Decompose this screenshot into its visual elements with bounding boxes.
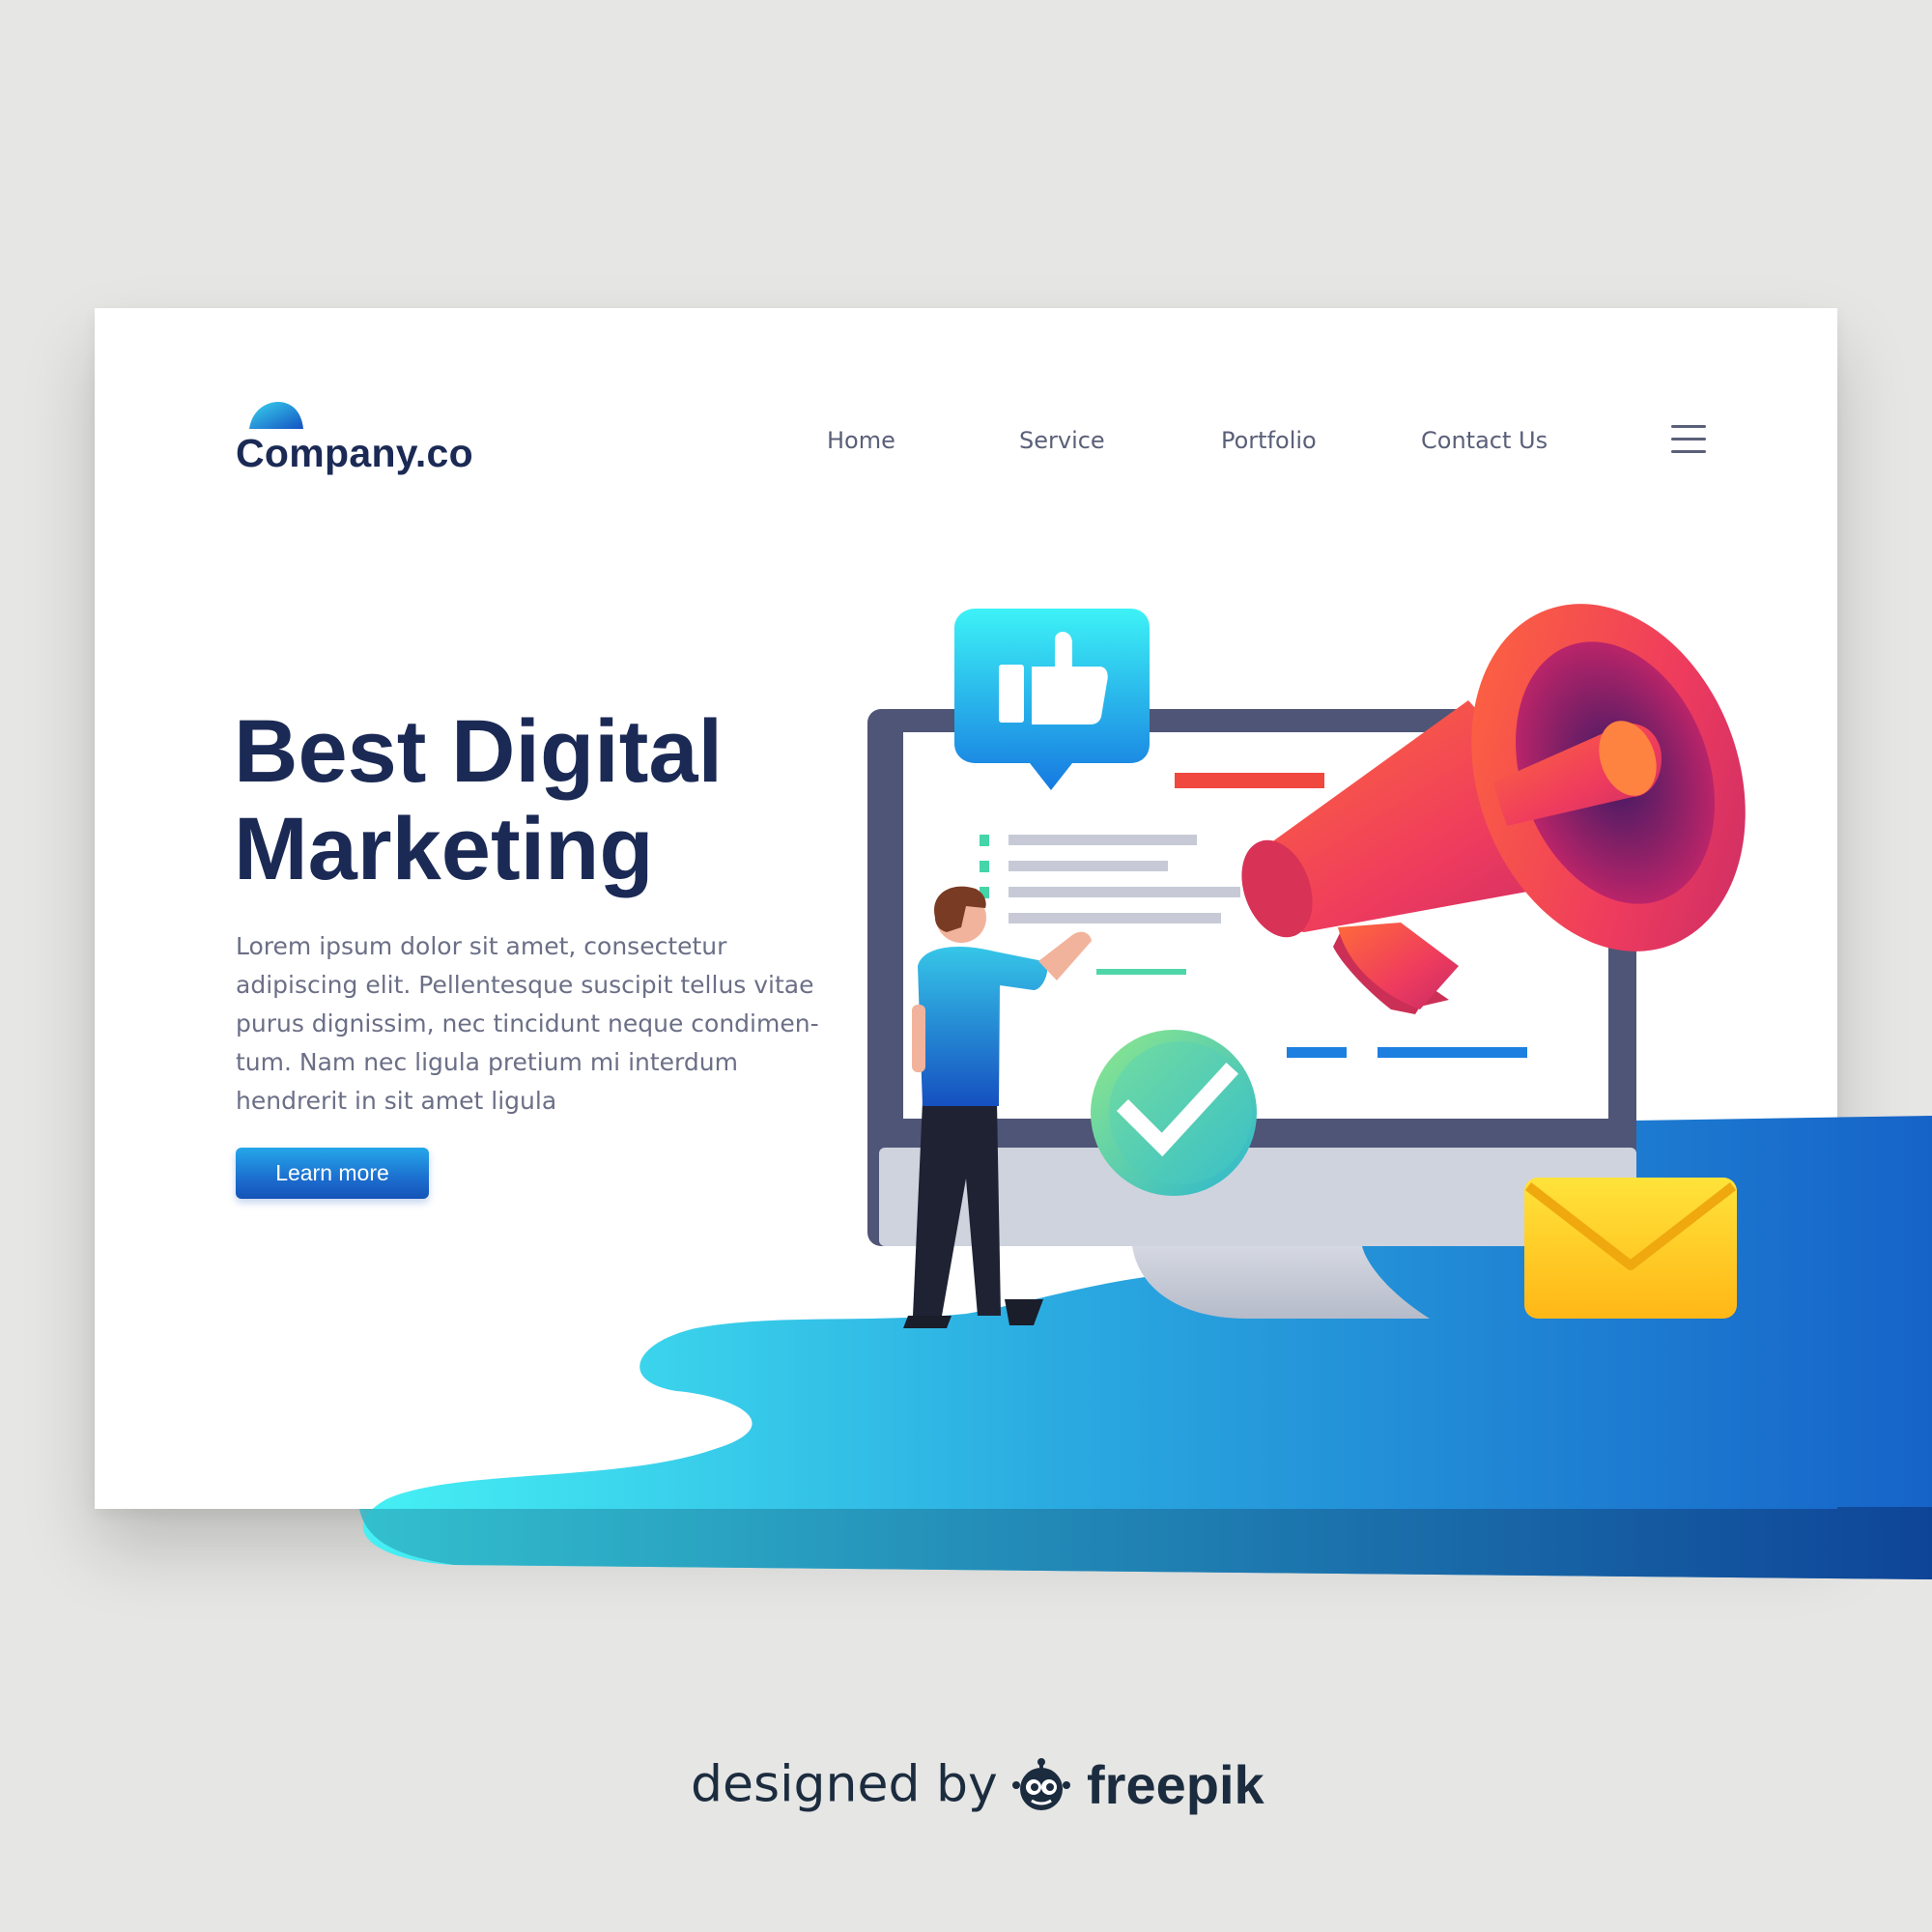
thumbs-up-icon: [954, 609, 1150, 790]
nav-service[interactable]: Service: [1019, 427, 1105, 454]
hero-description-line: hendrerit in sit amet ligula: [236, 1087, 557, 1115]
nav-home[interactable]: Home: [827, 427, 895, 454]
hamburger-menu-icon[interactable]: [1671, 425, 1710, 456]
freepik-logo-icon: [1011, 1757, 1070, 1810]
hero-title-line2: Marketing: [234, 800, 654, 898]
designer-credit[interactable]: designed by freepik: [691, 1753, 1264, 1821]
hero-title: Best Digital Marketing: [234, 703, 813, 898]
learn-more-button[interactable]: Learn more: [236, 1148, 429, 1199]
hero-description: Lorem ipsum dolor sit amet, consectetur …: [236, 927, 835, 1121]
logo-arc-icon: [249, 402, 303, 429]
company-logo[interactable]: Company.co: [236, 400, 526, 477]
nav-contact-us[interactable]: Contact Us: [1421, 427, 1548, 454]
credit-brand: freepik: [1087, 1754, 1264, 1815]
hero-description-line: adipiscing elit. Pellentesque suscipit t…: [236, 971, 814, 999]
hero-title-line1: Best Digital: [234, 702, 724, 801]
envelope-icon: [1524, 1178, 1737, 1319]
nav-portfolio[interactable]: Portfolio: [1221, 427, 1317, 454]
hero-description-line: purus dignissim, nec tincidunt neque con…: [236, 1009, 819, 1037]
credit-prefix: designed by: [691, 1755, 998, 1814]
hero-description-line: tum. Nam nec ligula pretium mi interdum: [236, 1048, 738, 1076]
company-name: Company.co: [236, 431, 473, 475]
hero-description-line: Lorem ipsum dolor sit amet, consectetur: [236, 932, 727, 960]
checkmark-icon: [1091, 1030, 1257, 1196]
